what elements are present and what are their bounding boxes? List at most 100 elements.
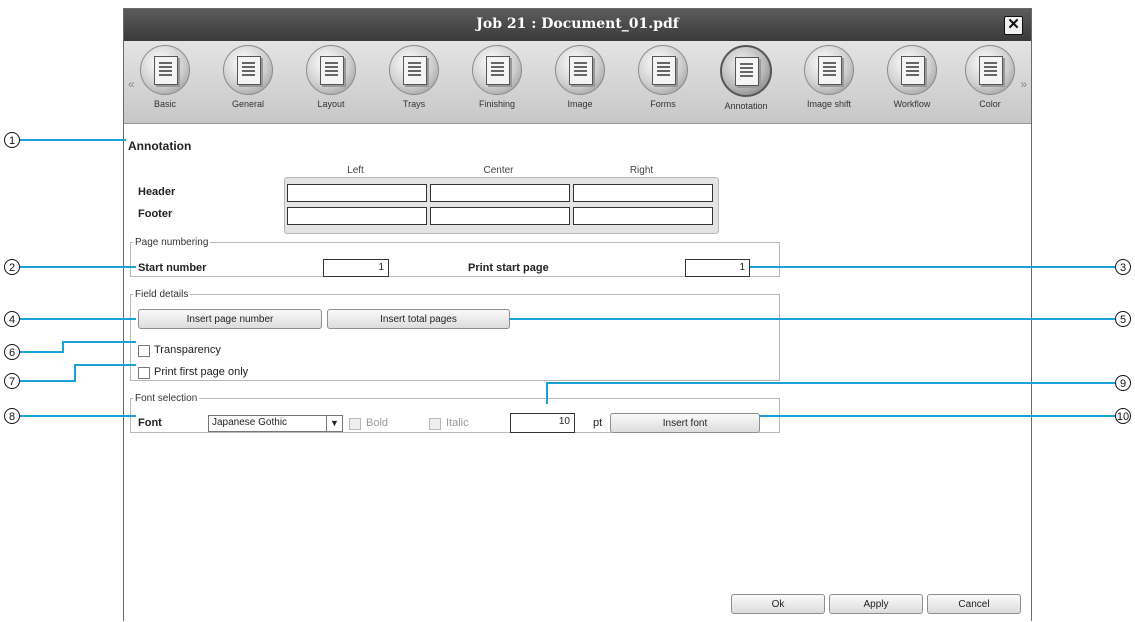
- column-center-heading: Center: [483, 165, 514, 176]
- callout-10-leader: [759, 415, 1115, 417]
- font-size-field[interactable]: 10: [510, 413, 575, 433]
- print-start-page-label: Print start page: [468, 262, 549, 274]
- title-bar: Job 21 : Document_01.pdf ✕: [124, 9, 1031, 41]
- callout-9-leader-a: [546, 382, 1115, 384]
- callout-7-leader-c: [74, 364, 136, 366]
- rotate-layout-icon: [306, 45, 356, 95]
- tab-label: Finishing: [478, 99, 516, 109]
- tab-label: Basic: [153, 99, 176, 109]
- callout-1-leader: [20, 139, 126, 141]
- tab-trays[interactable]: Trays: [377, 45, 451, 121]
- tab-label: Color: [979, 99, 1001, 109]
- annotation-icon: [720, 45, 772, 97]
- transparency-checkbox[interactable]: [138, 345, 150, 357]
- tab-label: Layout: [317, 99, 345, 109]
- callout-4-leader: [20, 318, 136, 320]
- print-first-page-only-label: Print first page only: [154, 366, 249, 378]
- italic-checkbox[interactable]: [429, 418, 441, 430]
- tab-layout[interactable]: Layout: [294, 45, 368, 121]
- callout-2: 2: [4, 259, 20, 275]
- callout-8: 8: [4, 408, 20, 424]
- callout-6-leader-c: [62, 341, 136, 343]
- tab-finishing[interactable]: Finishing: [460, 45, 534, 121]
- bold-checkbox[interactable]: [349, 418, 361, 430]
- column-left-heading: Left: [347, 165, 364, 176]
- tab-label: Forms: [650, 99, 676, 109]
- callout-6: 6: [4, 344, 20, 360]
- font-select-value: Japanese Gothic: [212, 417, 288, 428]
- callout-1: 1: [4, 132, 20, 148]
- chevron-down-icon: ▼: [326, 416, 342, 431]
- tab-workflow[interactable]: Workflow: [875, 45, 949, 121]
- callout-5: 5: [1115, 311, 1131, 327]
- font-selection-legend: Font selection: [135, 393, 198, 404]
- tab-label: Trays: [402, 99, 426, 109]
- document-icon: [140, 45, 190, 95]
- tab-label: Image shift: [806, 99, 852, 109]
- cancel-button[interactable]: Cancel: [927, 594, 1021, 614]
- callout-4: 4: [4, 311, 20, 327]
- callout-6-leader-a: [20, 351, 64, 353]
- workflow-icon: [887, 45, 937, 95]
- start-number-field[interactable]: 1: [323, 259, 389, 277]
- header-left-field[interactable]: [287, 184, 427, 202]
- callout-3-leader: [750, 266, 1115, 268]
- category-toolbar: « » Basic General Layout Trays Finishing…: [124, 41, 1031, 124]
- footer-right-field[interactable]: [573, 207, 713, 225]
- tab-general[interactable]: General: [211, 45, 285, 121]
- tab-label: Image: [567, 99, 593, 109]
- print-start-page-field[interactable]: 1: [685, 259, 750, 277]
- callout-7-leader-b: [74, 364, 76, 381]
- tab-annotation[interactable]: Annotation: [709, 45, 783, 121]
- header-footer-grid: [284, 177, 719, 234]
- color-circles-icon: [965, 45, 1015, 95]
- paper-stack-icon: [389, 45, 439, 95]
- annotation-panel: Annotation Left Center Right Header Foot…: [124, 124, 1031, 622]
- bold-label: Bold: [366, 417, 389, 429]
- header-center-field[interactable]: [430, 184, 570, 202]
- callout-7-leader-a: [20, 380, 76, 382]
- tab-image-shift[interactable]: Image shift: [792, 45, 866, 121]
- callout-2-leader: [20, 266, 136, 268]
- font-label: Font: [138, 417, 162, 429]
- footer-center-field[interactable]: [430, 207, 570, 225]
- insert-font-button[interactable]: Insert font: [610, 413, 760, 433]
- page-numbering-legend: Page numbering: [135, 237, 209, 248]
- close-icon[interactable]: ✕: [1004, 16, 1023, 35]
- image-icon: [555, 45, 605, 95]
- tab-forms[interactable]: Forms: [626, 45, 700, 121]
- print-first-page-only-checkbox[interactable]: [138, 367, 150, 379]
- italic-label: Italic: [446, 417, 469, 429]
- tab-image[interactable]: Image: [543, 45, 617, 121]
- insert-page-number-button[interactable]: Insert page number: [138, 309, 322, 329]
- apply-button[interactable]: Apply: [829, 594, 923, 614]
- section-title: Annotation: [128, 139, 192, 153]
- window-title: Job 21 : Document_01.pdf: [476, 16, 679, 32]
- callout-5-leader: [509, 318, 1115, 320]
- callout-3: 3: [1115, 259, 1131, 275]
- tab-basic[interactable]: Basic: [128, 45, 202, 121]
- magnifier-icon: [223, 45, 273, 95]
- font-size-unit: pt: [593, 417, 603, 429]
- footer-left-field[interactable]: [287, 207, 427, 225]
- ok-button[interactable]: Ok: [731, 594, 825, 614]
- font-select[interactable]: Japanese Gothic ▼: [208, 415, 343, 432]
- stapled-doc-icon: [472, 45, 522, 95]
- tab-color[interactable]: Color: [953, 45, 1027, 121]
- insert-total-pages-button[interactable]: Insert total pages: [327, 309, 510, 329]
- callout-9-leader-b: [546, 382, 548, 404]
- job-settings-window: Job 21 : Document_01.pdf ✕ « » Basic Gen…: [123, 8, 1032, 621]
- field-details-legend: Field details: [135, 289, 189, 300]
- image-shift-icon: [804, 45, 854, 95]
- callout-7: 7: [4, 373, 20, 389]
- header-right-field[interactable]: [573, 184, 713, 202]
- tab-label: Annotation: [724, 101, 768, 111]
- callout-8-leader: [20, 415, 136, 417]
- footer-label: Footer: [138, 208, 173, 220]
- start-number-label: Start number: [138, 262, 207, 274]
- transparency-label: Transparency: [154, 344, 221, 356]
- form-icon: [638, 45, 688, 95]
- callout-9: 9: [1115, 375, 1131, 391]
- tab-label: General: [231, 99, 265, 109]
- tab-label: Workflow: [893, 99, 931, 109]
